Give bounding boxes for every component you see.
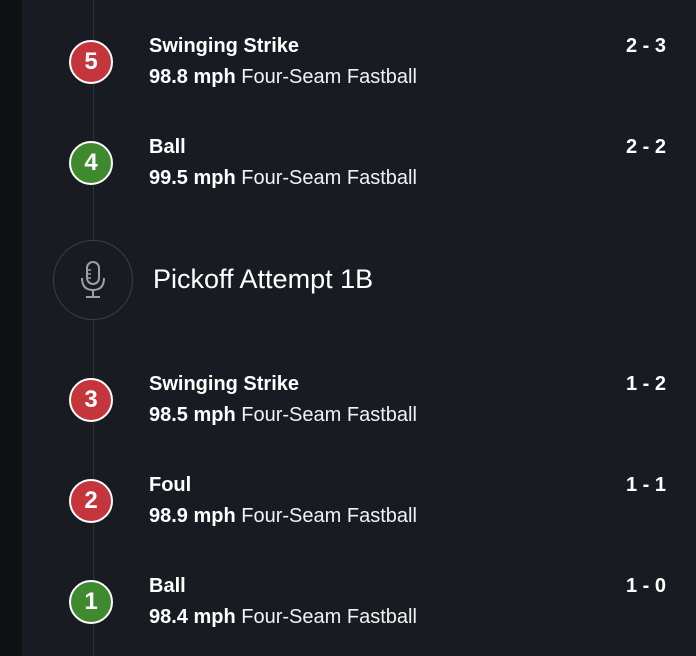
pitch-number-badge: 2: [69, 479, 113, 523]
pitch-number-badge: 5: [69, 40, 113, 84]
pitch-type: Four-Seam Fastball: [241, 505, 417, 527]
play-by-play-panel: 5 Swinging Strike 98.8 mph Four-Seam Fas…: [0, 0, 696, 656]
pitch-number-badge: 4: [69, 141, 113, 185]
pitch-type: Four-Seam Fastball: [241, 66, 417, 88]
pitch-count: 2 - 2: [625, 136, 666, 158]
pitch-count: 1 - 1: [625, 474, 666, 496]
left-edge-divider: [0, 0, 22, 656]
pitch-row[interactable]: 4 Ball 99.5 mph Four-Seam Fastball 2 - 2: [22, 133, 696, 203]
pitch-speed: 99.5 mph: [149, 167, 236, 189]
pitch-detail: 99.5 mph Four-Seam Fastball: [149, 167, 417, 190]
pitch-number-badge: 1: [69, 580, 113, 624]
pitch-result: Foul: [149, 474, 192, 496]
pitch-result: Swinging Strike: [149, 35, 300, 57]
pitch-number-badge: 3: [69, 378, 113, 422]
pitch-count: 1 - 2: [625, 373, 666, 395]
event-label: Pickoff Attempt 1B: [153, 264, 374, 294]
pitch-detail: 98.8 mph Four-Seam Fastball: [149, 66, 417, 89]
pitch-row[interactable]: 3 Swinging Strike 98.5 mph Four-Seam Fas…: [22, 370, 696, 440]
pitch-speed: 98.5 mph: [149, 404, 236, 426]
pitch-speed: 98.9 mph: [149, 505, 236, 527]
microphone-icon: [81, 261, 105, 298]
pitch-type: Four-Seam Fastball: [241, 606, 417, 628]
pitch-count: 1 - 0: [625, 575, 666, 597]
event-icon-circle: [53, 240, 133, 320]
pitch-row[interactable]: 1 Ball 98.4 mph Four-Seam Fastball 1 - 0: [22, 572, 696, 642]
pitch-speed: 98.4 mph: [149, 606, 236, 628]
pitch-result: Swinging Strike: [149, 373, 300, 395]
pitch-speed: 98.8 mph: [149, 66, 236, 88]
pitch-detail: 98.9 mph Four-Seam Fastball: [149, 505, 417, 528]
pitch-count: 2 - 3: [625, 35, 666, 57]
pitch-result: Ball: [149, 136, 186, 158]
pitch-row[interactable]: 2 Foul 98.9 mph Four-Seam Fastball 1 - 1: [22, 471, 696, 541]
pitch-row[interactable]: 5 Swinging Strike 98.8 mph Four-Seam Fas…: [22, 32, 696, 102]
pitch-type: Four-Seam Fastball: [241, 167, 417, 189]
pitch-result: Ball: [149, 575, 186, 597]
event-row[interactable]: Pickoff Attempt 1B: [22, 240, 696, 322]
pitch-type: Four-Seam Fastball: [241, 404, 417, 426]
pitch-detail: 98.4 mph Four-Seam Fastball: [149, 606, 417, 629]
pitch-detail: 98.5 mph Four-Seam Fastball: [149, 404, 417, 427]
